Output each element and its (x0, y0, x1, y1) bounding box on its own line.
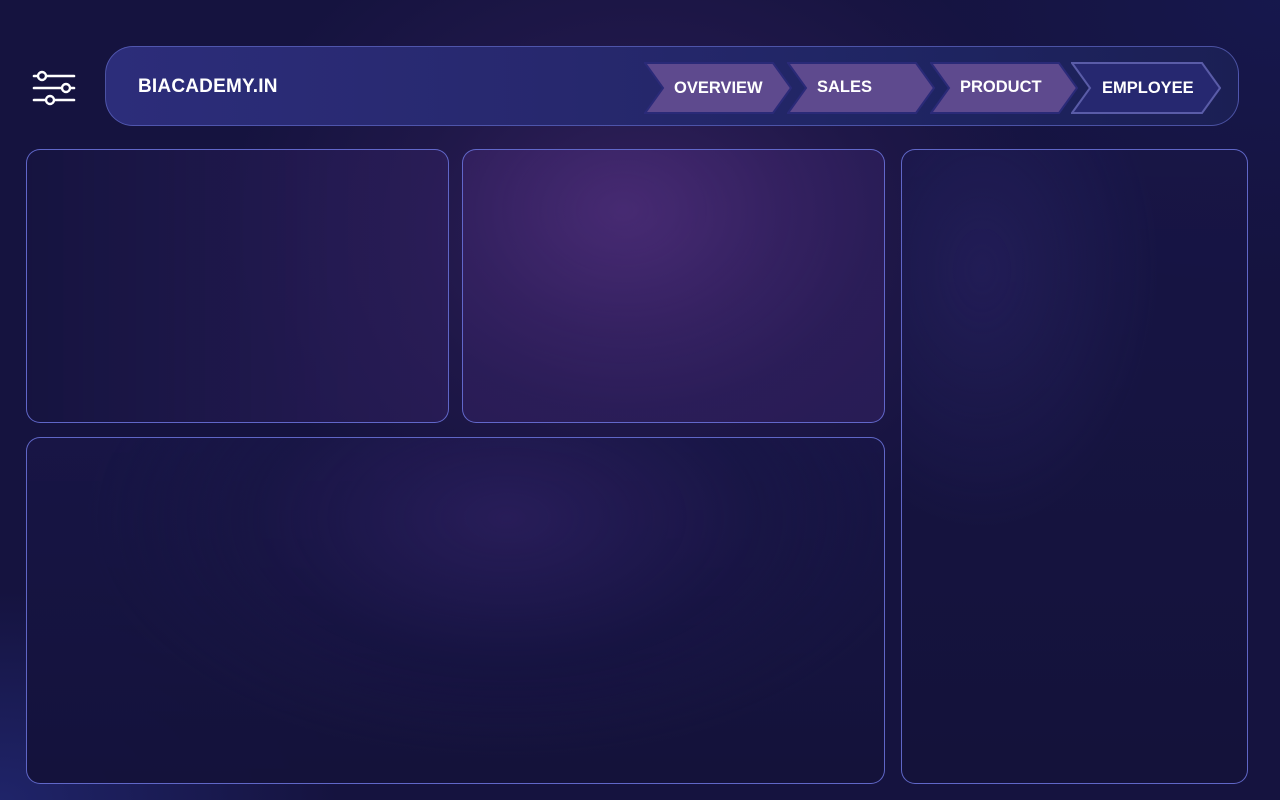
tab-overview[interactable]: OVERVIEW (644, 62, 792, 114)
tab-overview-label: OVERVIEW (674, 79, 763, 97)
tab-sales[interactable]: SALES (787, 62, 935, 114)
dashboard-panel-top-middle (462, 149, 885, 423)
dashboard-panel-top-left (26, 149, 449, 423)
dashboard-panel-bottom (26, 437, 885, 784)
header-bar: BIACADEMY.IN OVERVIEW SALES PRODUCT EMPL… (105, 46, 1239, 126)
tab-employee[interactable]: EMPLOYEE (1071, 62, 1221, 114)
dashboard-panel-right (901, 149, 1248, 784)
brand-title: BIACADEMY.IN (138, 76, 278, 97)
tab-product-label: PRODUCT (960, 78, 1042, 96)
filter-panel-button[interactable] (30, 68, 78, 108)
tab-product[interactable]: PRODUCT (930, 62, 1078, 114)
sliders-icon (32, 70, 76, 106)
tab-employee-label: EMPLOYEE (1102, 79, 1194, 97)
page-navigation: OVERVIEW SALES PRODUCT EMPLOYEE (644, 62, 1224, 114)
tab-sales-label: SALES (817, 78, 873, 96)
